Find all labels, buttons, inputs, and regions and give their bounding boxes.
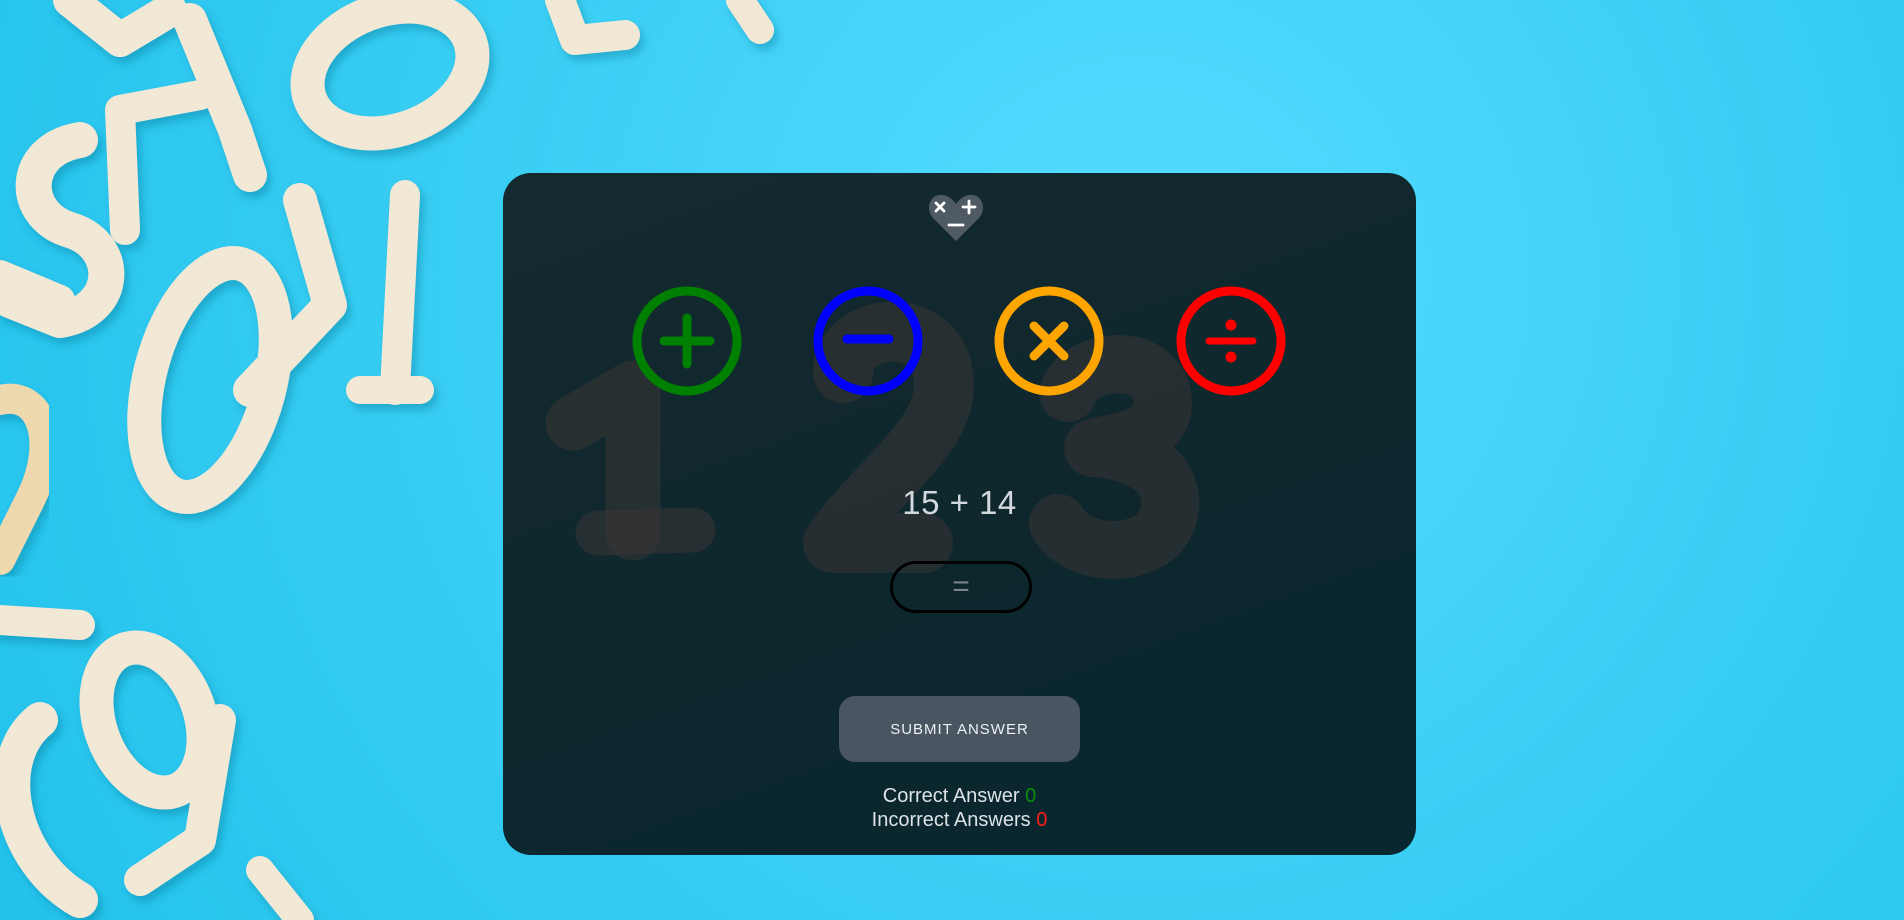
game-card: 15 + 14 SUBMIT ANSWER Correct Answer 0 I… (503, 173, 1416, 855)
answer-input[interactable] (890, 561, 1032, 613)
division-button[interactable] (1176, 286, 1286, 396)
times-icon (994, 286, 1104, 396)
math-operators-heart-icon (928, 194, 984, 241)
addition-button[interactable] (632, 286, 742, 396)
minus-icon (813, 286, 923, 396)
submit-answer-button[interactable]: SUBMIT ANSWER (839, 696, 1080, 762)
divide-icon (1176, 286, 1286, 396)
incorrect-answers-label: Incorrect Answers (871, 809, 1031, 831)
correct-answers-counter: Correct Answer 0 (503, 785, 1416, 808)
multiplication-button[interactable] (994, 286, 1104, 396)
incorrect-answers-counter: Incorrect Answers 0 (503, 809, 1416, 832)
subtraction-button[interactable] (813, 286, 923, 396)
plus-icon (632, 286, 742, 396)
incorrect-answers-count: 0 (1036, 809, 1048, 831)
correct-answers-label: Correct Answer (882, 785, 1020, 807)
correct-answers-count: 0 (1025, 785, 1037, 807)
math-problem: 15 + 14 (902, 484, 1017, 521)
